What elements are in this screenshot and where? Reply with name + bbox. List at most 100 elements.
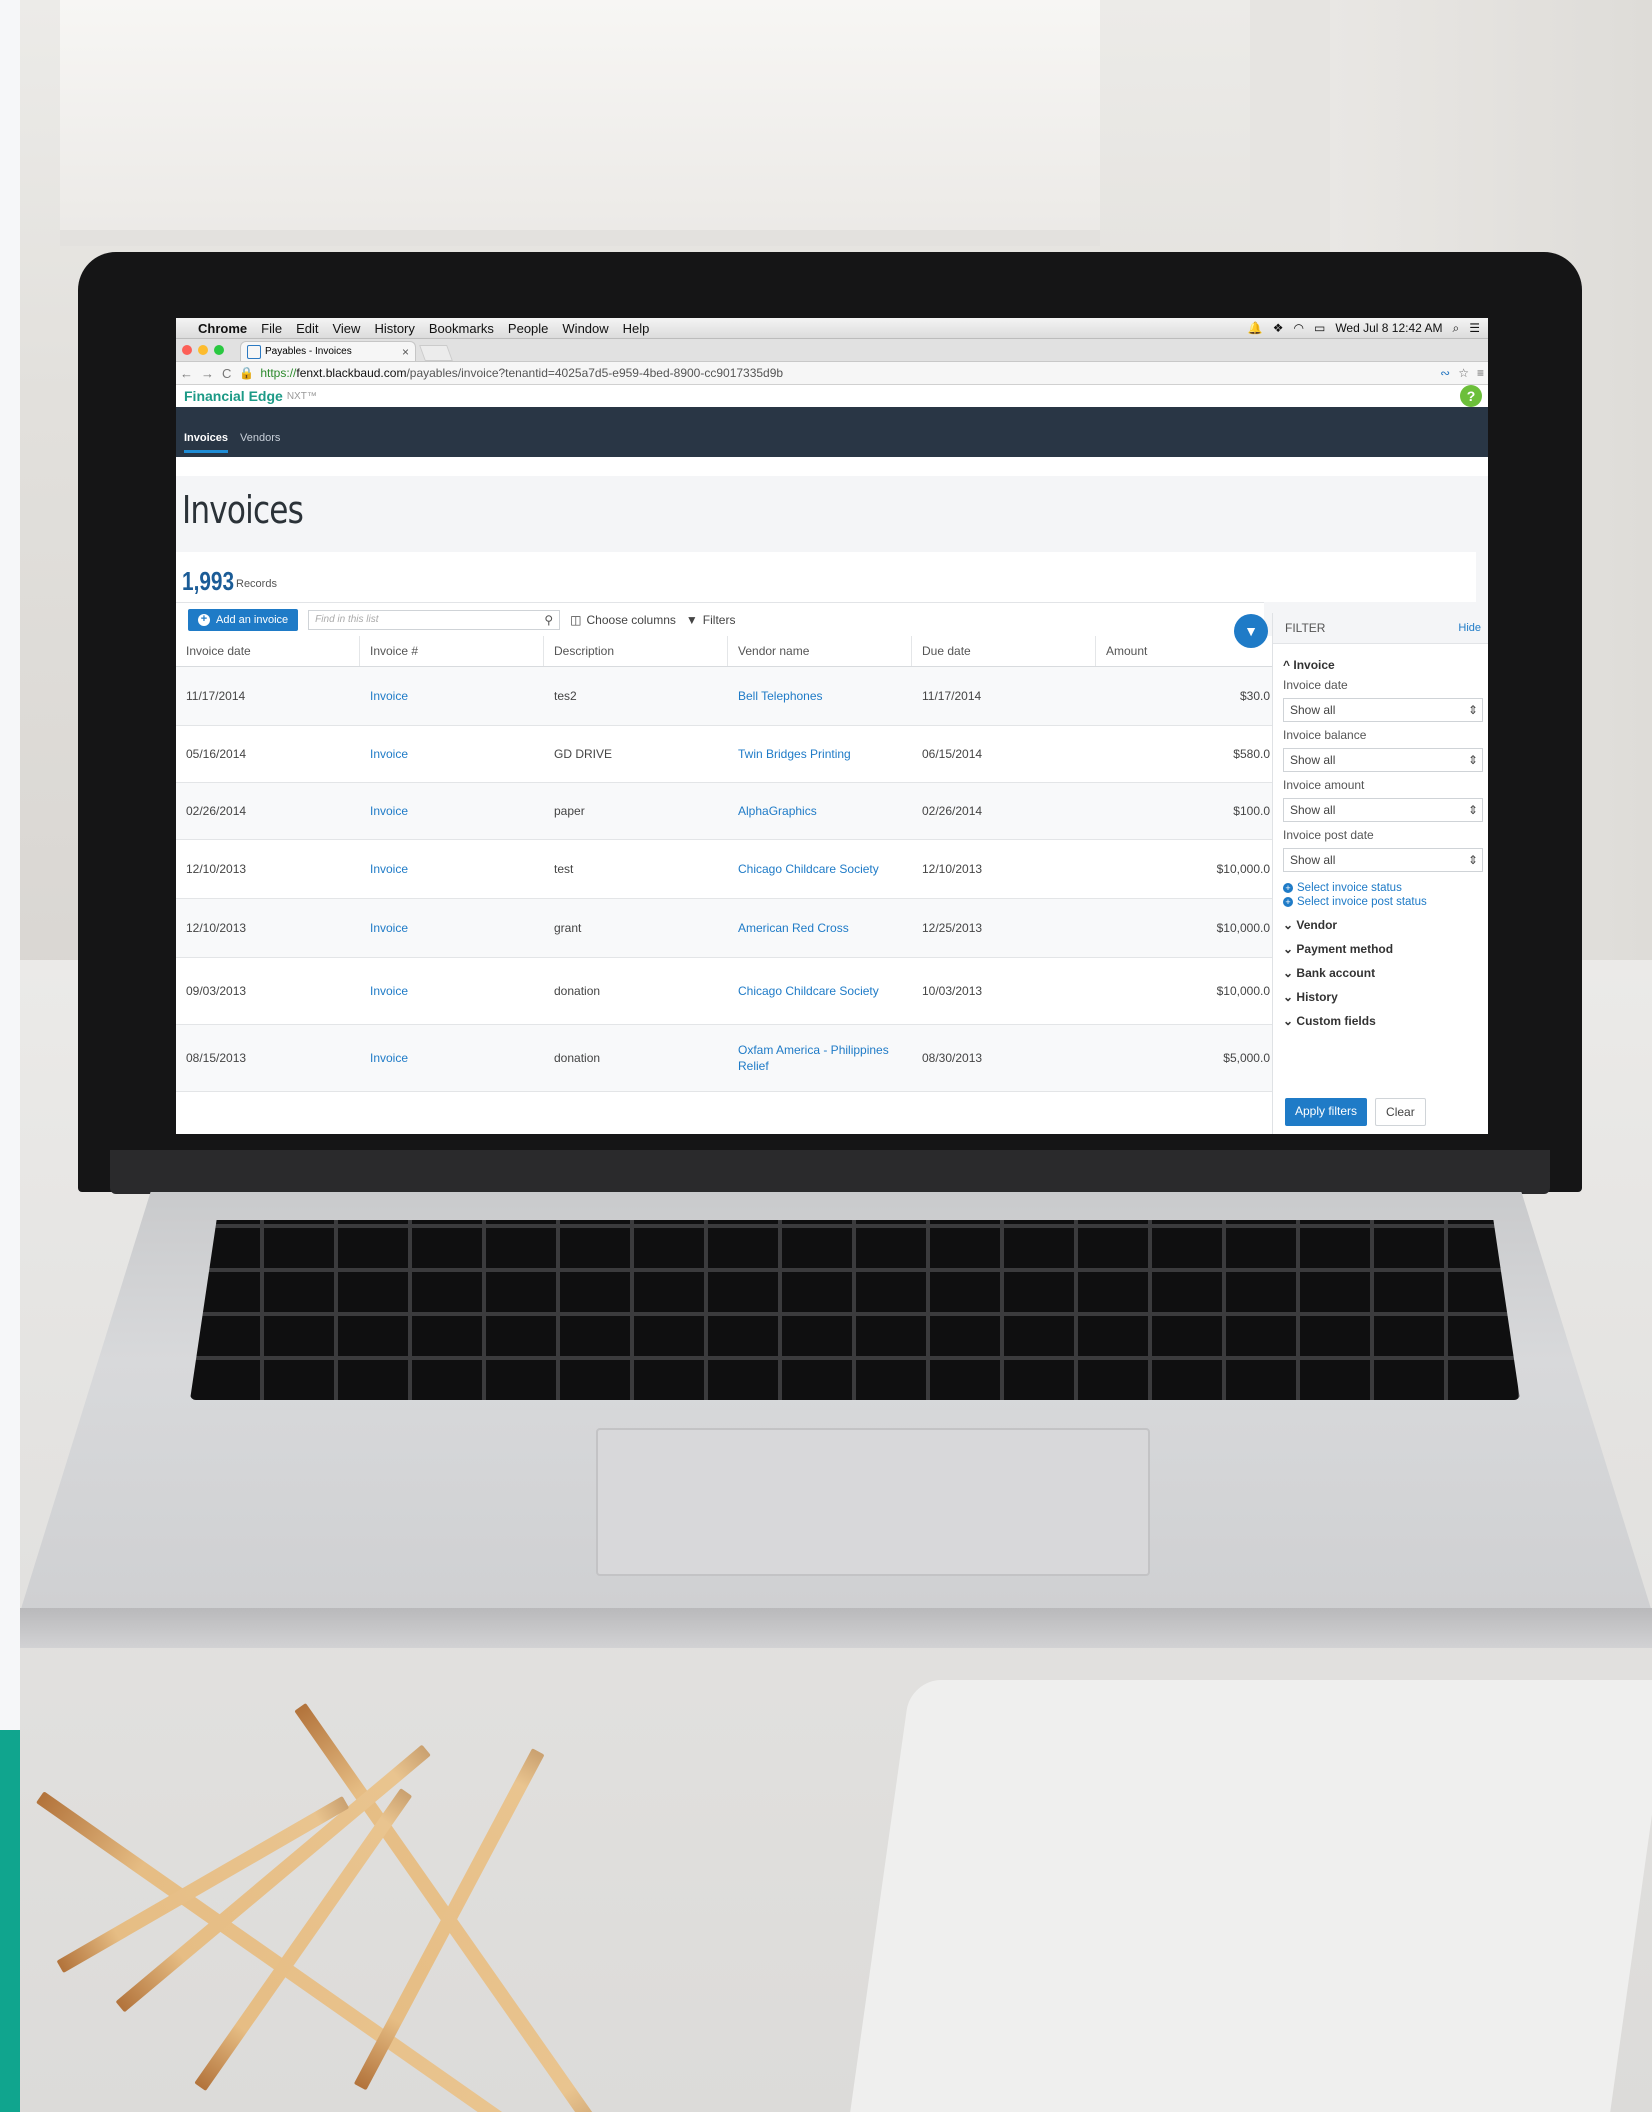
cell-invoice-link[interactable]: Invoice — [360, 667, 544, 725]
forward-icon[interactable]: → — [201, 366, 214, 381]
select-arrows-icon: ⇕ — [1467, 803, 1478, 817]
laptop-keyboard — [190, 1220, 1520, 1400]
close-window-icon[interactable] — [182, 345, 192, 355]
invoice-post-date-select[interactable]: Show all ⇕ — [1283, 848, 1483, 872]
menu-people[interactable]: People — [508, 321, 548, 336]
dropbox-icon[interactable]: ❖ — [1273, 321, 1284, 335]
invoice-balance-select[interactable]: Show all ⇕ — [1283, 748, 1483, 772]
tab-invoices[interactable]: Invoices — [184, 432, 229, 453]
url-host: fenxt.blackbaud.com — [296, 366, 407, 380]
bookmark-star-icon[interactable]: ☆ — [1458, 366, 1469, 380]
cell-vendor-link[interactable]: Oxfam America - Philippines Relief — [728, 1025, 912, 1091]
select-value: Show all — [1290, 703, 1336, 717]
table-row[interactable]: 05/16/2014 Invoice GD DRIVE Twin Bridges… — [176, 726, 1274, 783]
filters-button[interactable]: ▼ Filters — [686, 613, 736, 627]
select-invoice-status-link[interactable]: + Select invoice status — [1283, 882, 1483, 894]
apply-filters-button[interactable]: Apply filters — [1285, 1098, 1368, 1126]
filter-section-custom-fields[interactable]: ⌄ Custom fields — [1283, 1014, 1483, 1028]
macos-menubar: Chrome File Edit View History Bookmarks … — [176, 318, 1488, 339]
select-invoice-post-status-link[interactable]: + Select invoice post status — [1283, 896, 1483, 908]
cell-vendor-link[interactable]: Twin Bridges Printing — [728, 726, 912, 782]
battery-icon[interactable]: ▭ — [1314, 321, 1325, 335]
help-icon[interactable]: ? — [1460, 385, 1482, 407]
funnel-icon: ▼ — [1244, 623, 1258, 639]
table-row[interactable]: 02/26/2014 Invoice paper AlphaGraphics 0… — [176, 783, 1274, 840]
cell-vendor-link[interactable]: Bell Telephones — [728, 667, 912, 725]
minimize-window-icon[interactable] — [198, 345, 208, 355]
column-header-invoice-date[interactable]: Invoice date — [176, 636, 360, 666]
filter-actions: Apply filters Clear — [1285, 1098, 1426, 1126]
chrome-menu-icon[interactable]: ≡ — [1477, 366, 1484, 380]
menu-view[interactable]: View — [332, 321, 360, 336]
close-tab-icon[interactable]: × — [402, 345, 409, 359]
column-header-vendor-name[interactable]: Vendor name — [728, 636, 912, 666]
table-row[interactable]: 09/03/2013 Invoice donation Chicago Chil… — [176, 958, 1274, 1025]
filter-section-vendor[interactable]: ⌄ Vendor — [1283, 918, 1483, 932]
invoice-grid: Invoice date Invoice # Description Vendo… — [176, 636, 1274, 1134]
cell-invoice-link[interactable]: Invoice — [360, 783, 544, 839]
chevron-down-icon: ⌄ — [1283, 918, 1294, 932]
column-header-invoice-number[interactable]: Invoice # — [360, 636, 544, 666]
cell-invoice-link[interactable]: Invoice — [360, 958, 544, 1024]
window-background — [60, 0, 1100, 246]
filter-section-bank-account[interactable]: ⌄ Bank account — [1283, 966, 1483, 980]
menu-edit[interactable]: Edit — [296, 321, 318, 336]
reload-icon[interactable]: C — [222, 366, 231, 381]
window-frame — [1250, 0, 1330, 240]
column-header-description[interactable]: Description — [544, 636, 728, 666]
table-row[interactable]: 08/15/2013 Invoice donation Oxfam Americ… — [176, 1025, 1274, 1092]
choose-columns-button[interactable]: ◫ Choose columns — [570, 613, 676, 627]
invoices-page: Invoices 1,993 Records + Add an invoice … — [176, 476, 1488, 1134]
menu-file[interactable]: File — [261, 321, 282, 336]
search-input[interactable]: Find in this list ⚲ — [308, 609, 561, 630]
cell-invoice-link[interactable]: Invoice — [360, 726, 544, 782]
filter-section-history[interactable]: ⌄ History — [1283, 990, 1483, 1004]
app-navbar: Invoices Vendors — [176, 407, 1488, 457]
spotlight-icon[interactable]: ⌕ — [1453, 321, 1460, 336]
filter-section-invoice[interactable]: ^ Invoice — [1283, 658, 1483, 672]
column-header-due-date[interactable]: Due date — [912, 636, 1096, 666]
menu-window[interactable]: Window — [562, 321, 608, 336]
filter-section-payment-method[interactable]: ⌄ Payment method — [1283, 942, 1483, 956]
cell-invoice-link[interactable]: Invoice — [360, 1025, 544, 1091]
notification-icon[interactable]: 🔔 — [1248, 321, 1263, 335]
browser-tab[interactable]: Payables - Invoices × — [240, 341, 416, 361]
cell-vendor-link[interactable]: Chicago Childcare Society — [728, 958, 912, 1024]
table-row[interactable]: 12/10/2013 Invoice test Chicago Childcar… — [176, 840, 1274, 899]
menu-app-name[interactable]: Chrome — [198, 321, 247, 336]
cell-invoice-link[interactable]: Invoice — [360, 840, 544, 898]
address-bar[interactable]: 🔒 https://fenxt.blackbaud.com/payables/i… — [239, 366, 1432, 380]
invoice-date-select[interactable]: Show all ⇕ — [1283, 698, 1483, 722]
back-icon[interactable]: ← — [180, 366, 193, 381]
table-row[interactable]: 12/10/2013 Invoice grant American Red Cr… — [176, 899, 1274, 958]
cell-invoice-link[interactable]: Invoice — [360, 899, 544, 957]
menu-history[interactable]: History — [374, 321, 414, 336]
list-icon[interactable]: ☰ — [1469, 321, 1480, 335]
filter-label: Invoice balance — [1283, 728, 1367, 742]
wifi-icon[interactable]: ◠ — [1293, 321, 1303, 335]
select-value: Show all — [1290, 853, 1336, 867]
chevron-down-icon: ⌄ — [1283, 966, 1294, 980]
zoom-window-icon[interactable] — [214, 345, 224, 355]
menu-help[interactable]: Help — [623, 321, 650, 336]
cell-description: tes2 — [554, 689, 577, 703]
brand-logo[interactable]: Financial Edge — [184, 388, 283, 404]
extension-icon[interactable]: ∾ — [1440, 366, 1450, 380]
filter-panel-header: FILTER Hide — [1273, 613, 1488, 644]
clear-filters-button[interactable]: Clear — [1375, 1098, 1426, 1126]
menu-bookmarks[interactable]: Bookmarks — [429, 321, 494, 336]
cell-vendor-link[interactable]: American Red Cross — [728, 899, 912, 957]
cell-vendor-link[interactable]: Chicago Childcare Society — [728, 840, 912, 898]
new-tab-button[interactable] — [419, 345, 453, 361]
hide-filters-link[interactable]: Hide — [1458, 622, 1481, 634]
menubar-clock[interactable]: Wed Jul 8 12:42 AM — [1335, 321, 1442, 335]
tab-vendors[interactable]: Vendors — [240, 432, 280, 453]
add-invoice-button[interactable]: + Add an invoice — [188, 608, 299, 631]
cell-invoice-date: 09/03/2013 — [186, 984, 247, 998]
filter-toggle-button[interactable]: ▼ — [1234, 614, 1268, 648]
invoice-amount-select[interactable]: Show all ⇕ — [1283, 798, 1483, 822]
cell-vendor-link[interactable]: AlphaGraphics — [728, 783, 912, 839]
table-row[interactable]: 11/17/2014 Invoice tes2 Bell Telephones … — [176, 667, 1274, 726]
search-icon[interactable]: ⚲ — [544, 613, 553, 627]
window-controls — [182, 345, 224, 355]
